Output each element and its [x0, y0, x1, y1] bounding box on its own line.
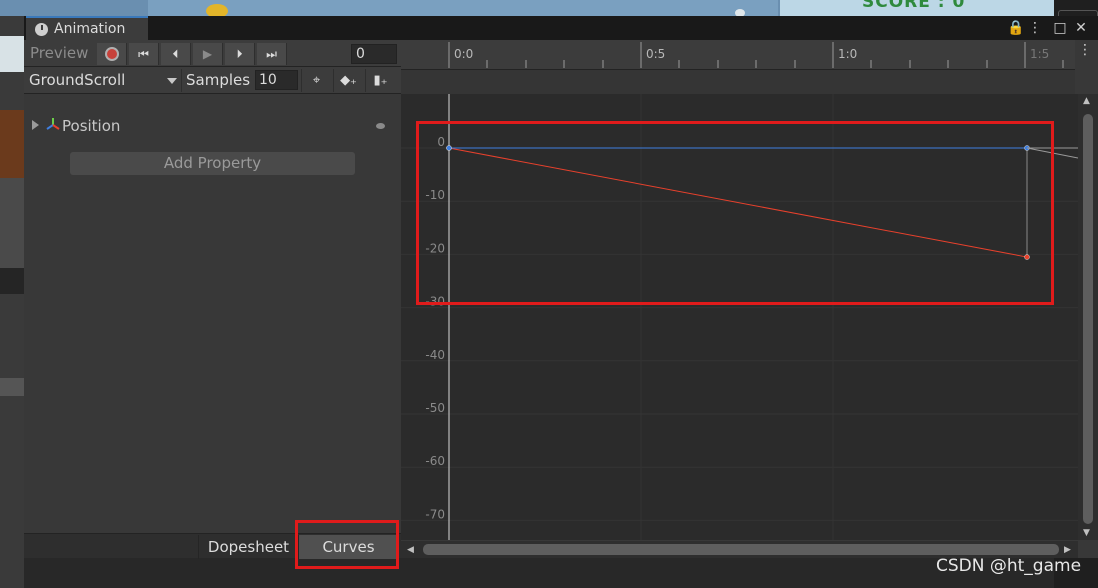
next-keyframe-button[interactable]: ⏵: [225, 43, 255, 65]
time-label: 0:5: [646, 47, 666, 61]
play-icon: ▶: [202, 47, 213, 61]
score-text: SCORE : 0: [862, 0, 966, 12]
panel-divider: [0, 268, 24, 294]
expand-arrow-icon[interactable]: [32, 120, 39, 130]
event-track[interactable]: [401, 70, 1075, 94]
time-label: 1:5: [1030, 47, 1050, 61]
scroll-up-icon[interactable]: ▲: [1083, 96, 1090, 106]
animation-tab[interactable]: Animation: [26, 16, 148, 40]
clock-icon: [35, 23, 48, 36]
grass-sprite: [0, 36, 24, 72]
value-label: -40: [425, 348, 445, 362]
samples-input[interactable]: 10: [255, 70, 298, 90]
timeline-ruler[interactable]: 0:0 0:5 1:0 1:5: [401, 40, 1075, 70]
last-keyframe-button[interactable]: ⏭: [257, 43, 287, 65]
time-label: 1:0: [838, 47, 858, 61]
close-icon[interactable]: ✕: [1072, 19, 1090, 37]
lock-icon[interactable]: 🔒: [1007, 19, 1025, 37]
add-keyframe-button[interactable]: ◆₊: [333, 69, 363, 92]
tab-dopesheet[interactable]: Dopesheet: [198, 535, 298, 559]
next-keyframe-icon: ⏵: [236, 47, 243, 61]
hierarchy-row: [0, 378, 24, 396]
prev-keyframe-icon: ⏴: [172, 47, 179, 61]
key-filter-button[interactable]: ⌖: [301, 69, 331, 92]
scene-grid: [0, 178, 24, 268]
scroll-left-icon[interactable]: ◀: [407, 545, 414, 555]
ground-sprite: [0, 110, 24, 178]
last-keyframe-icon: ⏭: [266, 47, 277, 61]
property-options-icon[interactable]: [376, 123, 385, 129]
horizontal-scroll-thumb[interactable]: [423, 544, 1059, 555]
transform-axis-icon: [46, 118, 60, 130]
frame-input[interactable]: 0: [351, 44, 397, 64]
watermark: CSDN @ht_game: [936, 556, 1082, 576]
dropdown-arrow-icon: [167, 78, 177, 84]
samples-label: Samples: [186, 71, 251, 89]
record-button[interactable]: [97, 43, 127, 65]
add-event-button[interactable]: ▮₊: [365, 69, 395, 92]
screen: SCORE : 0 Animation 🔒 ⋮ □ ✕ Preview ⏮ ⏴ …: [0, 0, 1098, 588]
value-label: -60: [425, 454, 445, 468]
tab-title: Animation: [54, 21, 126, 37]
vertical-scrollbar[interactable]: ▲ ▼: [1078, 94, 1098, 540]
record-icon: [105, 47, 119, 61]
editor-bottom: [24, 558, 1054, 588]
add-event-icon: ▮₊: [373, 73, 388, 88]
value-label: -70: [425, 507, 445, 521]
time-label: 0:0: [454, 47, 474, 61]
crosshair-icon: ⌖: [312, 73, 321, 88]
sky-strip: [148, 0, 778, 16]
add-property-button[interactable]: Add Property: [70, 152, 355, 175]
maximize-icon[interactable]: □: [1051, 19, 1069, 37]
scene-edge: [0, 16, 24, 588]
add-keyframe-icon: ◆₊: [340, 73, 357, 88]
value-label: -50: [425, 401, 445, 415]
window-tabbar: Animation 🔒 ⋮ □ ✕: [24, 16, 1098, 40]
scroll-right-icon[interactable]: ▶: [1064, 545, 1071, 555]
clip-name: GroundScroll: [29, 71, 126, 89]
ruler-ticks: [448, 42, 1064, 68]
prev-keyframe-button[interactable]: ⏴: [161, 43, 191, 65]
curves-tab-highlight-box: [295, 520, 399, 569]
clip-dropdown[interactable]: GroundScroll: [24, 69, 182, 92]
preview-button[interactable]: Preview: [30, 44, 88, 62]
playback-toolbar: Preview ⏮ ⏴ ▶ ⏵ ⏭ 0: [24, 40, 401, 67]
scroll-down-icon[interactable]: ▼: [1083, 528, 1090, 538]
score-panel: SCORE : 0: [780, 0, 1054, 16]
property-list: Position Add Property: [24, 94, 401, 533]
vertical-scroll-thumb[interactable]: [1083, 114, 1093, 524]
curve-highlight-box: [416, 121, 1054, 305]
property-row[interactable]: Position: [24, 116, 401, 136]
property-label: Position: [62, 117, 121, 135]
ruler-menu-icon[interactable]: ⋮: [1078, 42, 1092, 58]
play-button[interactable]: ▶: [193, 43, 223, 65]
first-keyframe-icon: ⏮: [138, 47, 149, 61]
first-keyframe-button[interactable]: ⏮: [129, 43, 159, 65]
more-menu-icon[interactable]: ⋮: [1026, 19, 1044, 37]
clip-toolbar: GroundScroll Samples 10 ⌖ ◆₊ ▮₊: [24, 67, 401, 94]
